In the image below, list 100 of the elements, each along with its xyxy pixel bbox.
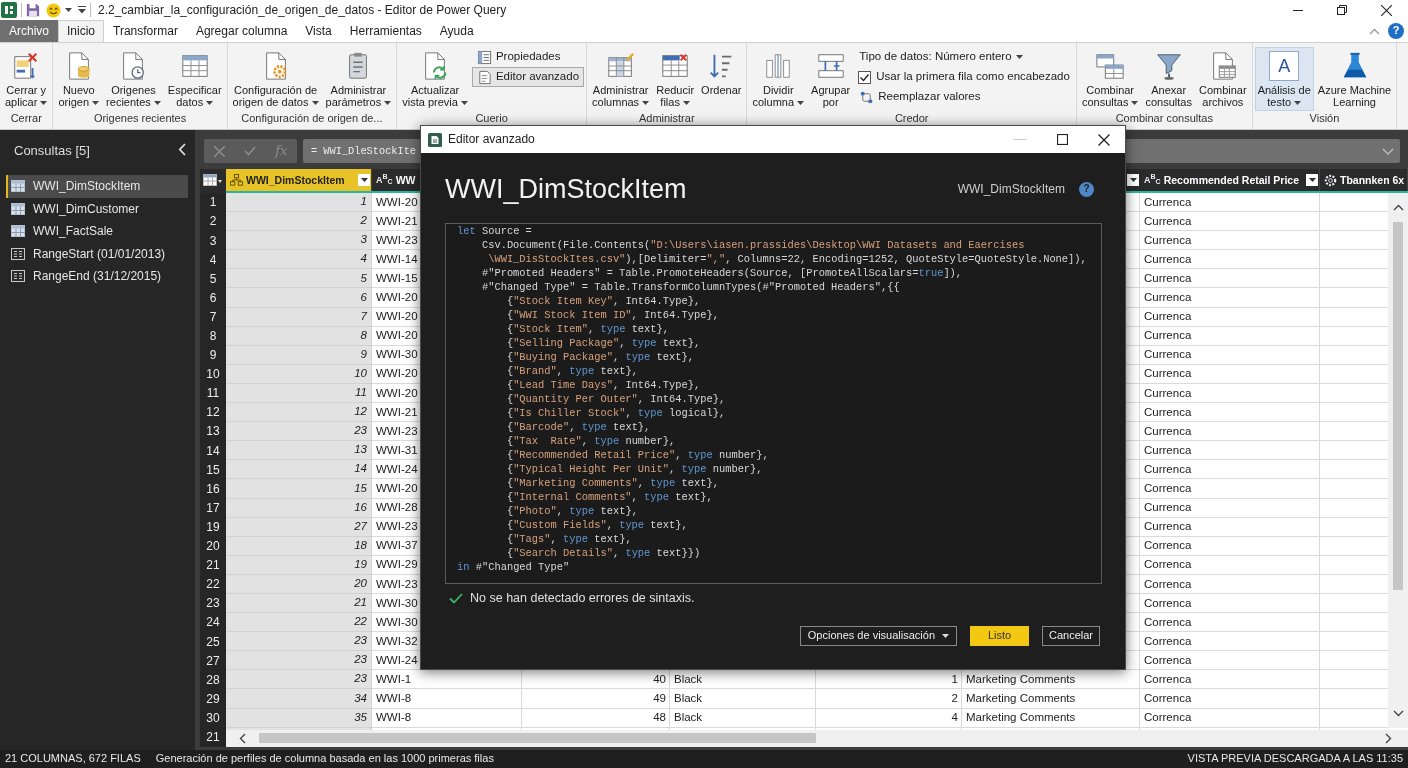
parameter-icon [11,270,25,283]
help-button[interactable]: ? [1079,181,1094,197]
window-title: 2.2_cambiar_la_configuración_de_origen_de_datos - Editor de Power Query [98,2,507,18]
chevron-down-icon[interactable] [1382,147,1394,155]
code-line: {"Stock Item Key", Int64.Type}, [505,294,701,308]
ribbon-button[interactable]: Editor avanzado [471,67,585,87]
ribbon-button[interactable]: Origenes recientes [103,47,164,111]
column-title: WWI_DimStockItem [246,173,345,187]
caret-icon [360,178,368,182]
code-line: Csv.Document(File.Contents("D:\Users\iasen.prassides\Desktop\WWI Datasets and Eaercises [480,238,1025,252]
ribbon-button[interactable]: Reducir filas [653,47,698,111]
table-icon [11,225,25,238]
filter-button[interactable] [358,174,370,186]
ribbon-tab[interactable]: Herramientas [340,20,431,42]
save-icon[interactable] [26,3,40,17]
text-value: Correnca [1144,711,1192,725]
ribbon-button[interactable]: Dividir columna [749,47,808,111]
ribbon-button[interactable]: Administrar columnas [589,47,653,111]
replace-icon [859,89,875,105]
ribbon-button[interactable]: Reemplazar valores [854,87,1074,107]
ribbon-button[interactable]: Agrupar por [808,47,854,111]
status-text: 21 COLUMNAS, 672 FILAS [5,752,141,766]
ribbon-tab[interactable]: Agregar columna [186,20,297,42]
ribbon-button[interactable]: Ordenar [698,47,745,111]
ribbon-button[interactable]: Azure Machine Learning [1314,47,1395,111]
ribbon-tab[interactable]: Inicio [58,20,105,42]
key-value: 11 [355,386,367,400]
key-value: 6 [360,290,367,305]
filter-button[interactable] [1306,174,1318,186]
text-value: Correnca [1144,634,1192,649]
code-line: let Source = [457,224,532,238]
query-item[interactable]: WWI_DimCustomer [6,197,188,220]
code-line: {"Stock Item", type text}, [505,322,670,336]
row-number: 21 [200,555,226,575]
ribbon-tab[interactable]: Vista [296,20,341,42]
ribbon-button[interactable]: Tipo de datos: Número entero [854,47,1074,67]
ribbon-button[interactable]: Nuevo origen [55,47,103,111]
key-value: 27 [354,519,367,534]
code-editor[interactable] [445,223,1102,584]
smiley-icon[interactable] [46,2,61,18]
chevron-up-icon[interactable] [1369,27,1380,35]
ribbon-button[interactable]: A Análisis de testo [1254,47,1314,111]
ribbon-button[interactable]: Especificar datos [164,47,225,111]
query-item[interactable]: WWI_DimStockItem [6,175,188,198]
close-icon [1098,133,1110,146]
ribbon-button[interactable]: Combinar consultas [1078,47,1142,111]
query-name: WWI_DimStockItem [957,181,1065,197]
scroll-thumb[interactable] [259,733,816,744]
column-header[interactable]: WWI_DimStockItem [226,169,372,191]
ribbon-button[interactable]: Propiedades [471,47,585,67]
ribbon-button[interactable]: Cerrar y aplicar [2,47,51,111]
scroll-thumb[interactable] [1393,222,1403,590]
ribbon-button[interactable]: Combinar archivos [1195,47,1250,111]
text-value: WWI-30 [376,615,418,630]
key-value: 15 [354,481,367,496]
scroll-right-icon[interactable] [1385,732,1392,744]
query-item[interactable]: RangeEnd (31/12/2015) [6,265,188,288]
key-value: 13 [354,443,367,458]
chevron-left-icon[interactable] [178,143,186,156]
filter-button[interactable] [1127,174,1139,186]
help-button[interactable]: ? [1388,23,1404,39]
status-text: VISTA PREVIA DESCARGADA A LAS 11:35 [1187,752,1403,766]
scroll-left-icon[interactable] [239,732,246,744]
ribbon-tab[interactable]: Ayuda [430,20,483,42]
query-item[interactable]: WWI_FactSale [6,220,188,243]
text-value: WWI-30 [376,348,418,363]
table-menu-icon[interactable] [203,174,223,186]
vertical-scrollbar[interactable] [1388,193,1408,728]
text-value: Currenca [1144,367,1192,382]
cancel-button[interactable]: Cancelar [1042,626,1100,646]
column-header[interactable]: Tbannken 6x [1320,169,1408,191]
ribbon-button[interactable]: Administrar parámetros [322,47,395,111]
ribbon-button[interactable]: Anexar consultas [1142,47,1195,111]
caret-icon [65,8,72,12]
number-value: 40 [653,673,666,687]
options-dropdown[interactable]: Opciones de visualisación [799,626,957,646]
ribbon-button[interactable]: Configuración de origen de datos [229,47,322,111]
query-item[interactable]: RangeStart (01/01/2013) [6,242,188,265]
code-line: {"Custom Fields", type text}, [505,518,688,532]
list-icon [476,49,492,65]
checkbox[interactable] [858,70,872,84]
key-value: 5 [360,271,367,286]
text-value: WWI-30 [376,596,418,611]
text-value: Black [674,673,703,687]
maximize-icon [1056,134,1068,145]
ribbon-tab[interactable]: Archivo [0,20,58,42]
number-value: 48 [653,711,666,725]
ribbon-button[interactable]: Actualizar vista previa [399,47,471,111]
table-icon [11,202,25,215]
key-value: 23 [354,653,367,668]
group-label: Combinar consultas [1114,112,1214,126]
row-number: 13 [200,422,226,442]
scroll-down-icon[interactable] [1392,710,1404,718]
done-button[interactable]: Listo [970,626,1029,646]
text-value: Currenca [1144,233,1192,248]
ribbon-tab[interactable]: Transformar [104,20,187,42]
scroll-up-icon[interactable] [1392,204,1404,211]
text-value: WWI-1 [376,673,412,687]
toolbar-menu-icon[interactable] [78,6,86,14]
text-value: Currenca [1144,520,1192,535]
